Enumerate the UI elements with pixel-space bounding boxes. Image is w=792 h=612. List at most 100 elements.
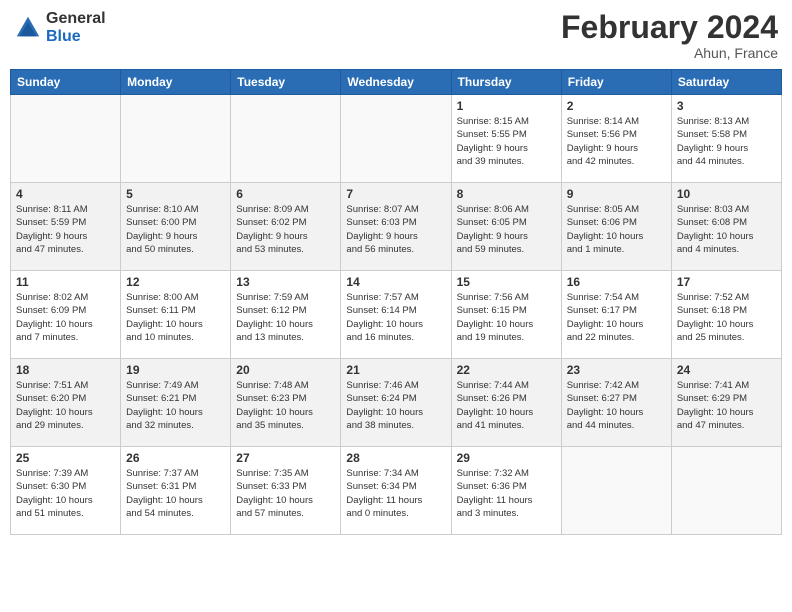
day-number: 19 <box>126 363 225 377</box>
day-info: Sunrise: 7:41 AM Sunset: 6:29 PM Dayligh… <box>677 379 776 432</box>
calendar-header-wednesday: Wednesday <box>341 70 451 95</box>
calendar-cell: 3 Sunrise: 8:13 AM Sunset: 5:58 PM Daylig… <box>671 95 781 183</box>
day-info: Sunrise: 7:57 AM Sunset: 6:14 PM Dayligh… <box>346 291 445 344</box>
calendar-cell: 14 Sunrise: 7:57 AM Sunset: 6:14 PM Dayli… <box>341 271 451 359</box>
day-number: 24 <box>677 363 776 377</box>
day-number: 1 <box>457 99 556 113</box>
day-info: Sunrise: 8:06 AM Sunset: 6:05 PM Dayligh… <box>457 203 556 256</box>
day-number: 26 <box>126 451 225 465</box>
day-number: 28 <box>346 451 445 465</box>
calendar-cell: 29 Sunrise: 7:32 AM Sunset: 6:36 PM Dayli… <box>451 447 561 535</box>
calendar-cell: 8 Sunrise: 8:06 AM Sunset: 6:05 PM Daylig… <box>451 183 561 271</box>
location-label: Ahun, France <box>561 45 778 61</box>
day-info: Sunrise: 7:46 AM Sunset: 6:24 PM Dayligh… <box>346 379 445 432</box>
calendar-cell: 11 Sunrise: 8:02 AM Sunset: 6:09 PM Dayli… <box>11 271 121 359</box>
day-info: Sunrise: 7:44 AM Sunset: 6:26 PM Dayligh… <box>457 379 556 432</box>
day-info: Sunrise: 8:14 AM Sunset: 5:56 PM Dayligh… <box>567 115 666 168</box>
calendar-cell: 25 Sunrise: 7:39 AM Sunset: 6:30 PM Dayli… <box>11 447 121 535</box>
day-number: 15 <box>457 275 556 289</box>
day-info: Sunrise: 7:56 AM Sunset: 6:15 PM Dayligh… <box>457 291 556 344</box>
logo-blue-label: Blue <box>46 28 106 46</box>
calendar-week-row: 11 Sunrise: 8:02 AM Sunset: 6:09 PM Dayli… <box>11 271 782 359</box>
day-number: 23 <box>567 363 666 377</box>
day-info: Sunrise: 8:05 AM Sunset: 6:06 PM Dayligh… <box>567 203 666 256</box>
day-info: Sunrise: 7:51 AM Sunset: 6:20 PM Dayligh… <box>16 379 115 432</box>
month-year-title: February 2024 <box>561 10 778 45</box>
page-header: General Blue February 2024 Ahun, France <box>10 10 782 61</box>
day-number: 9 <box>567 187 666 201</box>
calendar-week-row: 1Sunrise: 8:15 AM Sunset: 5:55 PM Daylig… <box>11 95 782 183</box>
day-info: Sunrise: 8:11 AM Sunset: 5:59 PM Dayligh… <box>16 203 115 256</box>
day-info: Sunrise: 8:02 AM Sunset: 6:09 PM Dayligh… <box>16 291 115 344</box>
calendar-cell: 16Sunrise: 7:54 AM Sunset: 6:17 PM Dayli… <box>561 271 671 359</box>
day-number: 6 <box>236 187 335 201</box>
day-number: 25 <box>16 451 115 465</box>
day-number: 29 <box>457 451 556 465</box>
calendar-cell: 20Sunrise: 7:48 AM Sunset: 6:23 PM Dayli… <box>231 359 341 447</box>
day-number: 11 <box>16 275 115 289</box>
calendar-cell <box>121 95 231 183</box>
calendar-cell: 27Sunrise: 7:35 AM Sunset: 6:33 PM Dayli… <box>231 447 341 535</box>
calendar-cell: 19 Sunrise: 7:49 AM Sunset: 6:21 PM Dayli… <box>121 359 231 447</box>
day-info: Sunrise: 7:32 AM Sunset: 6:36 PM Dayligh… <box>457 467 556 520</box>
day-info: Sunrise: 7:42 AM Sunset: 6:27 PM Dayligh… <box>567 379 666 432</box>
calendar-week-row: 25 Sunrise: 7:39 AM Sunset: 6:30 PM Dayli… <box>11 447 782 535</box>
calendar-cell: 4 Sunrise: 8:11 AM Sunset: 5:59 PM Daylig… <box>11 183 121 271</box>
calendar-cell: 5 Sunrise: 8:10 AM Sunset: 6:00 PM Daylig… <box>121 183 231 271</box>
calendar-cell <box>11 95 121 183</box>
calendar-cell: 24 Sunrise: 7:41 AM Sunset: 6:29 PM Dayli… <box>671 359 781 447</box>
calendar-table: SundayMondayTuesdayWednesdayThursdayFrid… <box>10 69 782 535</box>
day-number: 2 <box>567 99 666 113</box>
day-info: Sunrise: 7:37 AM Sunset: 6:31 PM Dayligh… <box>126 467 225 520</box>
calendar-header-saturday: Saturday <box>671 70 781 95</box>
day-number: 13 <box>236 275 335 289</box>
calendar-header-sunday: Sunday <box>11 70 121 95</box>
day-info: Sunrise: 7:39 AM Sunset: 6:30 PM Dayligh… <box>16 467 115 520</box>
calendar-cell: 22 Sunrise: 7:44 AM Sunset: 6:26 PM Dayli… <box>451 359 561 447</box>
calendar-cell: 17 Sunrise: 7:52 AM Sunset: 6:18 PM Dayli… <box>671 271 781 359</box>
day-number: 7 <box>346 187 445 201</box>
calendar-cell: 2 Sunrise: 8:14 AM Sunset: 5:56 PM Daylig… <box>561 95 671 183</box>
day-number: 5 <box>126 187 225 201</box>
calendar-cell: 9 Sunrise: 8:05 AM Sunset: 6:06 PM Daylig… <box>561 183 671 271</box>
calendar-cell: 6 Sunrise: 8:09 AM Sunset: 6:02 PM Daylig… <box>231 183 341 271</box>
day-info: Sunrise: 7:49 AM Sunset: 6:21 PM Dayligh… <box>126 379 225 432</box>
calendar-cell <box>561 447 671 535</box>
logo-text: General Blue <box>46 10 106 45</box>
logo-icon <box>14 14 42 42</box>
title-block: February 2024 Ahun, France <box>561 10 778 61</box>
day-number: 27 <box>236 451 335 465</box>
day-info: Sunrise: 7:34 AM Sunset: 6:34 PM Dayligh… <box>346 467 445 520</box>
day-number: 4 <box>16 187 115 201</box>
calendar-header-monday: Monday <box>121 70 231 95</box>
calendar-cell: 28 Sunrise: 7:34 AM Sunset: 6:34 PM Dayli… <box>341 447 451 535</box>
day-number: 8 <box>457 187 556 201</box>
day-info: Sunrise: 8:10 AM Sunset: 6:00 PM Dayligh… <box>126 203 225 256</box>
day-number: 17 <box>677 275 776 289</box>
calendar-cell <box>231 95 341 183</box>
day-info: Sunrise: 8:03 AM Sunset: 6:08 PM Dayligh… <box>677 203 776 256</box>
calendar-cell: 26 Sunrise: 7:37 AM Sunset: 6:31 PM Dayli… <box>121 447 231 535</box>
calendar-cell: 1Sunrise: 8:15 AM Sunset: 5:55 PM Daylig… <box>451 95 561 183</box>
calendar-cell: 21 Sunrise: 7:46 AM Sunset: 6:24 PM Dayli… <box>341 359 451 447</box>
calendar-header-row: SundayMondayTuesdayWednesdayThursdayFrid… <box>11 70 782 95</box>
day-info: Sunrise: 7:54 AM Sunset: 6:17 PM Dayligh… <box>567 291 666 344</box>
calendar-header-thursday: Thursday <box>451 70 561 95</box>
logo-general-label: General <box>46 10 106 28</box>
calendar-cell: 13 Sunrise: 7:59 AM Sunset: 6:12 PM Dayli… <box>231 271 341 359</box>
calendar-header-friday: Friday <box>561 70 671 95</box>
day-number: 10 <box>677 187 776 201</box>
day-info: Sunrise: 8:09 AM Sunset: 6:02 PM Dayligh… <box>236 203 335 256</box>
calendar-cell: 10 Sunrise: 8:03 AM Sunset: 6:08 PM Dayli… <box>671 183 781 271</box>
day-number: 12 <box>126 275 225 289</box>
day-number: 22 <box>457 363 556 377</box>
calendar-cell: 23 Sunrise: 7:42 AM Sunset: 6:27 PM Dayli… <box>561 359 671 447</box>
day-number: 21 <box>346 363 445 377</box>
day-info: Sunrise: 7:52 AM Sunset: 6:18 PM Dayligh… <box>677 291 776 344</box>
calendar-header-tuesday: Tuesday <box>231 70 341 95</box>
day-number: 14 <box>346 275 445 289</box>
day-info: Sunrise: 8:13 AM Sunset: 5:58 PM Dayligh… <box>677 115 776 168</box>
day-info: Sunrise: 8:07 AM Sunset: 6:03 PM Dayligh… <box>346 203 445 256</box>
day-number: 3 <box>677 99 776 113</box>
day-info: Sunrise: 7:59 AM Sunset: 6:12 PM Dayligh… <box>236 291 335 344</box>
